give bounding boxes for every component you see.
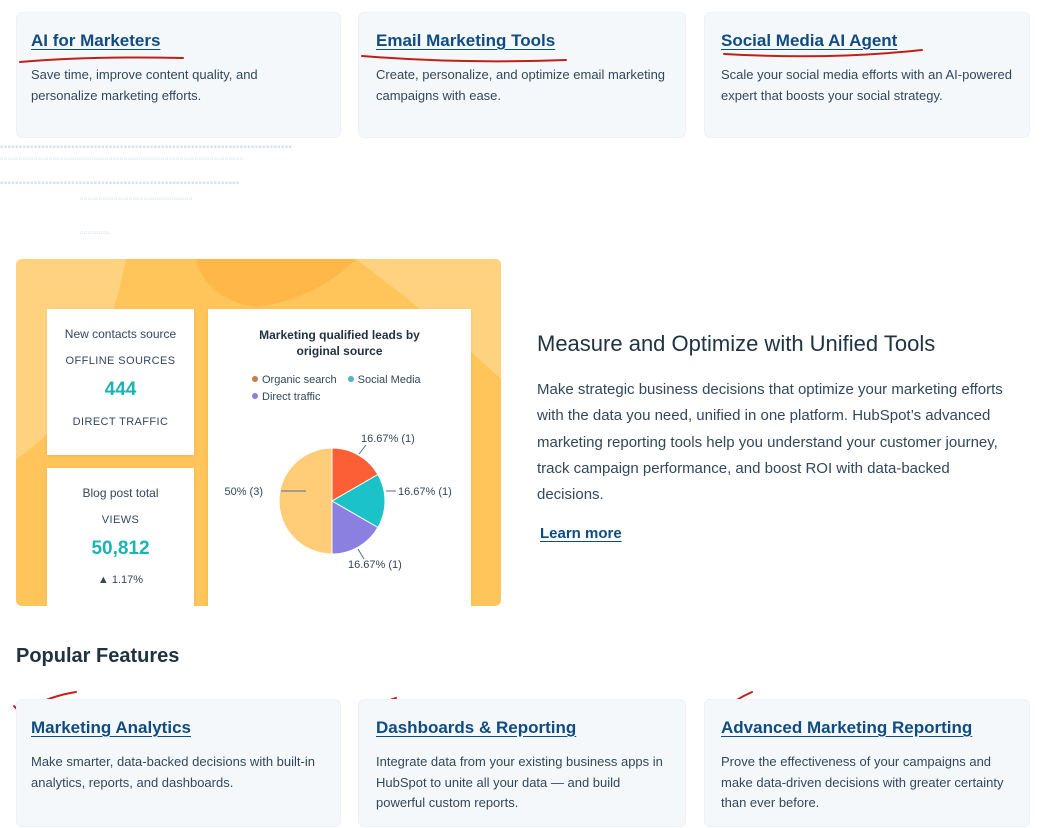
section-body: Make strategic business decisions that o…: [537, 381, 1003, 504]
card-description: Create, personalize, and optimize email …: [376, 67, 666, 103]
dashboard-illustration: New contacts source OFFLINE SOURCES 444 …: [16, 259, 501, 606]
popular-features-title: Popular Features: [16, 645, 180, 667]
section-heading: Measure and Optimize with Unified Tools: [537, 331, 936, 356]
card-title-link[interactable]: Dashboards & Reporting: [376, 718, 576, 738]
feature-card-advanced-reporting[interactable]: Advanced Marketing Reporting Prove the e…: [704, 699, 1030, 827]
feature-card-dashboards-reporting[interactable]: Dashboards & Reporting Integrate data fr…: [358, 699, 686, 827]
card-title-link[interactable]: AI for Marketers: [31, 31, 160, 51]
slice-data-label: 50% (3): [224, 486, 263, 498]
card-description: Prove the effectiveness of your campaign…: [721, 754, 1004, 810]
slice-data-label: 16.67% (1): [398, 486, 452, 498]
card-title-link[interactable]: Advanced Marketing Reporting: [721, 718, 972, 738]
pie-slice: [278, 447, 333, 555]
card-description: Make smarter, data-backed decisions with…: [31, 754, 315, 790]
card-title-link[interactable]: Email Marketing Tools: [376, 31, 555, 51]
feature-card-social-media-agent[interactable]: Social Media AI Agent Scale your social …: [704, 12, 1030, 138]
slice-data-label: 16.67% (1): [361, 433, 415, 445]
slice-data-label: 16.67% (1): [348, 559, 402, 571]
card-title-link[interactable]: Marketing Analytics: [31, 718, 191, 738]
learn-more-link[interactable]: Learn more: [540, 525, 622, 542]
feature-card-marketing-analytics[interactable]: Marketing Analytics Make smarter, data-b…: [16, 699, 341, 827]
card-description: Integrate data from your existing busine…: [376, 754, 663, 810]
pie-chart: 16.67% (1) 16.67% (1) 16.67% (1) 50% (3): [224, 433, 452, 571]
slice-leader-line: [357, 548, 365, 560]
feature-card-email-marketing[interactable]: Email Marketing Tools Create, personaliz…: [358, 12, 686, 138]
feature-card-ai-marketers[interactable]: AI for Marketers Save time, improve cont…: [16, 12, 341, 138]
card-description: Scale your social media efforts with an …: [721, 67, 1012, 103]
card-description: Save time, improve content quality, and …: [31, 67, 258, 103]
slice-leader-line: [358, 444, 367, 455]
card-title-link[interactable]: Social Media AI Agent: [721, 31, 897, 51]
